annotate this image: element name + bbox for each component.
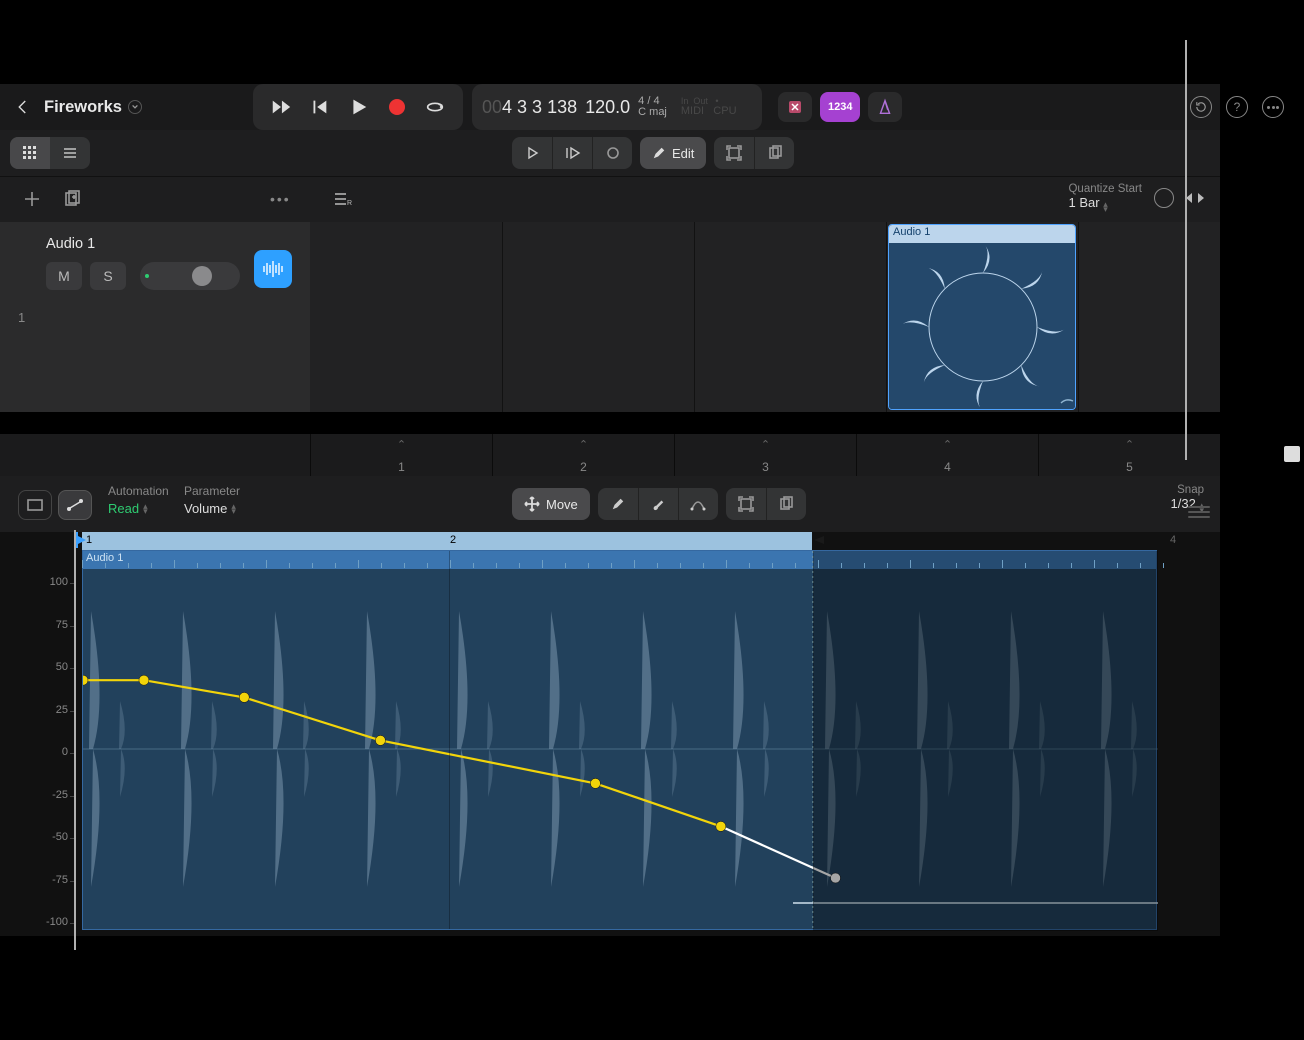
fast-forward-button[interactable] <box>270 96 292 118</box>
arrange-region-body <box>889 243 1075 410</box>
back-button[interactable] <box>14 98 32 116</box>
chevron-updown-icon: ▴▾ <box>1103 202 1108 212</box>
expand-horiz-button[interactable] <box>1186 191 1204 205</box>
record-button[interactable] <box>386 96 408 118</box>
editor-capture-button[interactable] <box>726 488 766 520</box>
duplicate-track-button[interactable] <box>62 189 82 209</box>
quantize-start[interactable]: Quantize Start 1 Bar ▴▾ <box>1068 183 1204 212</box>
track-filter-button[interactable]: R <box>332 189 352 209</box>
curve-tool-button[interactable] <box>678 488 718 520</box>
out-of-cycle-overlay <box>813 551 1158 931</box>
snap-label: Snap <box>1171 484 1204 496</box>
track-header-bar: ••• R Quantize Start 1 Bar ▴▾ <box>0 176 1220 222</box>
capture-button[interactable] <box>714 137 754 169</box>
preview-play-button[interactable] <box>512 137 552 169</box>
cycle-bar2-label: 2 <box>450 534 456 546</box>
track-type-icon[interactable] <box>254 250 292 288</box>
automation-mode[interactable]: Automation Read▴▾ <box>108 484 169 516</box>
track-name: Audio 1 <box>46 236 95 252</box>
edit-label: Edit <box>672 146 694 161</box>
editor-function <box>726 488 806 520</box>
bar-ruler[interactable]: ⌃1⌃2⌃3⌃4⌃5 <box>310 434 1220 476</box>
project-title-text: Fireworks <box>44 98 122 117</box>
automation-mode-value: Read <box>108 501 139 516</box>
track-index: 1 <box>18 310 25 325</box>
function-controls <box>714 137 794 169</box>
automation-tool-button[interactable] <box>58 490 92 520</box>
waveform-stage[interactable] <box>82 550 1157 930</box>
move-tool-button[interactable]: Move <box>512 488 590 520</box>
preview-play-selection-button[interactable] <box>552 137 592 169</box>
editor-region-title: Audio 1 <box>86 552 123 564</box>
help-button[interactable]: ? <box>1226 96 1248 118</box>
marquee-tool-button[interactable] <box>18 490 52 520</box>
tick-marks <box>82 550 1160 568</box>
more-menu-button[interactable] <box>1262 96 1284 118</box>
add-track-button[interactable] <box>22 189 42 209</box>
value-scale: 1007550250-25-50-75-100 <box>0 570 82 930</box>
top-bar: Fireworks 004 3 3 138 120.0 4 / 4 C maj … <box>0 84 1220 130</box>
volume-slider[interactable] <box>140 262 240 290</box>
lcd-keysig: 4 / 4 C maj <box>638 96 667 118</box>
editor-toolbar: Automation Read▴▾ Parameter Volume▴▾ Mov… <box>0 476 1220 532</box>
cycle-start-label: 1 <box>86 534 92 546</box>
arrange-region[interactable]: Audio 1 <box>888 224 1076 410</box>
quantize-value: 1 Bar <box>1068 195 1099 210</box>
metronome-button[interactable] <box>868 92 902 122</box>
automation-editor: Automation Read▴▾ Parameter Volume▴▾ Mov… <box>0 476 1220 936</box>
lcd-position: 004 3 3 138 <box>482 97 577 118</box>
lcd-display[interactable]: 004 3 3 138 120.0 4 / 4 C maj In Out • M… <box>472 84 762 130</box>
editor-copy-button[interactable] <box>766 488 806 520</box>
editor-tools: Move <box>512 488 806 520</box>
preview-controls <box>512 137 632 169</box>
edit-tool-button[interactable]: Edit <box>640 137 706 169</box>
count-in-button[interactable]: 1234 <box>820 92 860 122</box>
quantize-label: Quantize Start <box>1068 183 1142 195</box>
track-header[interactable]: Audio 1 M S 1 <box>0 222 310 412</box>
move-label: Move <box>546 497 578 512</box>
copy-button[interactable] <box>754 137 794 169</box>
stop-marker-icon[interactable] <box>1284 446 1300 462</box>
annotation-guide <box>74 530 76 950</box>
lcd-tempo: 120.0 <box>585 97 630 118</box>
svg-text:R: R <box>347 200 352 207</box>
list-view-button[interactable] <box>50 137 90 169</box>
arrange-grid[interactable] <box>310 222 1220 412</box>
play-button[interactable] <box>347 96 369 118</box>
parameter-label: Parameter <box>184 484 240 498</box>
pencil-tool-button[interactable] <box>598 488 638 520</box>
undo-history-button[interactable] <box>1190 96 1212 118</box>
project-title[interactable]: Fireworks <box>44 98 142 117</box>
drag-handle-icon[interactable] <box>1188 506 1210 518</box>
preview-loop-button[interactable] <box>592 137 632 169</box>
arrange-region-title: Audio 1 <box>889 225 1075 243</box>
project-dropdown-icon <box>128 100 142 114</box>
draw-tools <box>598 488 718 520</box>
grid-view-button[interactable] <box>10 137 50 169</box>
bar4-label: 4 <box>1170 534 1176 546</box>
ruler-left-pad <box>0 434 310 476</box>
automation-mode-label: Automation <box>108 484 169 498</box>
view-switcher <box>10 137 90 169</box>
replace-mode-button[interactable] <box>778 92 812 122</box>
solo-button[interactable]: S <box>90 262 126 290</box>
parameter-select[interactable]: Parameter Volume▴▾ <box>184 484 240 516</box>
center-controls: Edit <box>512 137 794 169</box>
cycle-end-icon[interactable] <box>812 532 824 548</box>
editor-body: 1 2 4 Audio 1 1007550250-25-50-75-100 <box>0 532 1220 936</box>
top-right-controls: ? <box>1174 84 1294 130</box>
track-options-button[interactable]: ••• <box>270 191 291 207</box>
cycle-region[interactable]: 1 2 <box>82 532 812 550</box>
parameter-value: Volume <box>184 501 227 516</box>
go-to-start-button[interactable] <box>308 96 330 118</box>
mode-buttons: 1234 <box>778 84 902 130</box>
mute-button[interactable]: M <box>46 262 82 290</box>
brush-tool-button[interactable] <box>638 488 678 520</box>
cycle-button[interactable] <box>424 96 446 118</box>
lcd-meters: In Out • MIDI CPU <box>681 97 737 117</box>
transport-controls <box>253 84 463 130</box>
quantize-circle-icon[interactable] <box>1154 188 1174 208</box>
view-toolbar: Edit <box>0 130 1220 176</box>
annotation-guide <box>1185 40 1187 460</box>
